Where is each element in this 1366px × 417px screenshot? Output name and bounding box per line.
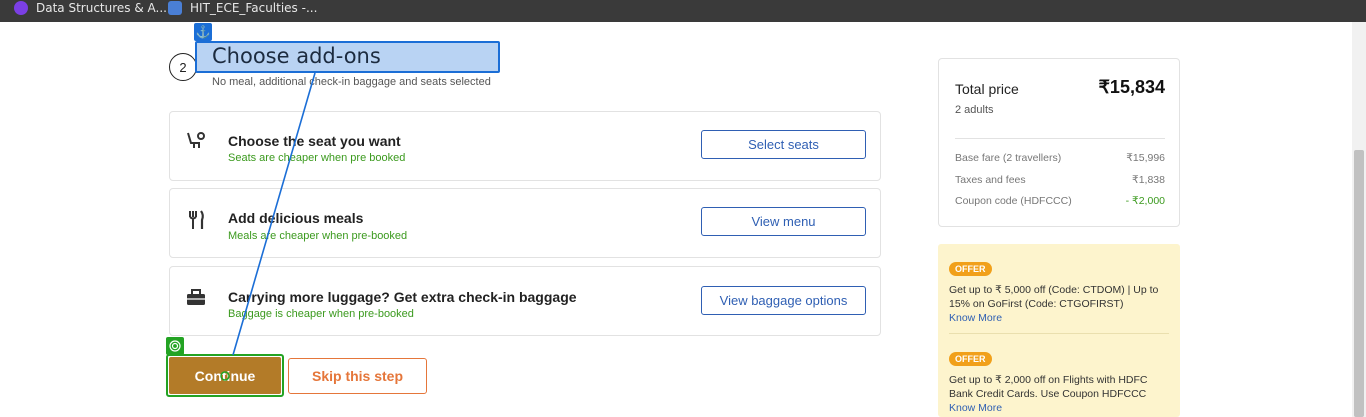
total-price-label: Total price: [955, 81, 1019, 97]
addon-subtitle: Baggage is cheaper when pre-booked: [228, 308, 414, 320]
view-menu-button[interactable]: View menu: [701, 207, 866, 236]
fare-label: Coupon code (HDFCCC): [955, 195, 1072, 207]
anchor-icon: ⚓: [194, 23, 212, 41]
know-more-link[interactable]: Know More: [949, 311, 1164, 325]
addon-title: Carrying more luggage? Get extra check-i…: [228, 289, 577, 305]
step-subtitle: No meal, additional check-in baggage and…: [212, 76, 491, 88]
addon-card-baggage: Carrying more luggage? Get extra check-i…: [169, 266, 881, 336]
fare-row: Coupon code (HDFCCC) - ₹2,000: [955, 195, 1165, 207]
fare-value: - ₹2,000: [1125, 195, 1165, 207]
select-seats-button[interactable]: Select seats: [701, 130, 866, 159]
fare-row: Base fare (2 travellers) ₹15,996: [955, 152, 1165, 164]
addon-card-meals: Add delicious meals Meals are cheaper wh…: [169, 188, 881, 258]
fare-label: Base fare (2 travellers): [955, 152, 1062, 164]
target-icon: [166, 337, 184, 355]
fare-label: Taxes and fees: [955, 174, 1026, 186]
travellers-count: 2 adults: [955, 104, 994, 116]
continue-button[interactable]: Continue: [169, 357, 281, 394]
offer-badge: OFFER: [949, 352, 992, 366]
step-number: 2: [169, 53, 197, 81]
offers-panel: OFFER Get up to ₹ 5,000 off (Code: CTDOM…: [938, 244, 1180, 417]
u-purple-icon: [14, 1, 28, 15]
page-title: Choose add-ons: [212, 44, 381, 68]
addon-subtitle: Meals are cheaper when pre-booked: [228, 230, 408, 242]
view-baggage-options-button[interactable]: View baggage options: [701, 286, 866, 315]
people-icon: [168, 1, 182, 15]
addon-title: Choose the seat you want: [228, 133, 401, 149]
bookmark-data-structures[interactable]: Data Structures & A...: [14, 0, 167, 16]
bookmark-label: Data Structures & A...: [36, 1, 167, 15]
fare-row: Taxes and fees ₹1,838: [955, 174, 1165, 186]
scrollbar-thumb[interactable]: [1354, 150, 1364, 417]
offer-item: OFFER Get up to ₹ 5,000 off (Code: CTDOM…: [949, 259, 1164, 325]
total-price-value: ₹15,834: [1098, 77, 1165, 97]
know-more-link[interactable]: Know More: [949, 401, 1164, 415]
cutlery-icon: [185, 209, 207, 231]
divider: [949, 333, 1169, 334]
offer-item: OFFER Get up to ₹ 2,000 off on Flights w…: [949, 349, 1164, 415]
divider: [955, 138, 1165, 139]
skip-step-button[interactable]: Skip this step: [288, 358, 427, 394]
offer-text: Get up to ₹ 5,000 off (Code: CTDOM) | Up…: [949, 284, 1159, 310]
fare-value: ₹15,996: [1126, 152, 1165, 164]
price-summary-card: Total price ₹15,834 2 adults Base fare (…: [938, 58, 1180, 227]
addon-subtitle: Seats are cheaper when pre booked: [228, 152, 406, 164]
bookmark-faculties[interactable]: HIT_ECE_Faculties -...: [168, 0, 317, 16]
fare-value: ₹1,838: [1132, 174, 1165, 186]
offer-badge: OFFER: [949, 262, 992, 276]
offer-text: Get up to ₹ 2,000 off on Flights with HD…: [949, 374, 1148, 400]
addon-title: Add delicious meals: [228, 210, 364, 226]
bookmarks-bar: Data Structures & A... HIT_ECE_Faculties…: [0, 0, 1366, 22]
seat-icon: [185, 130, 207, 152]
bookmark-label: HIT_ECE_Faculties -...: [190, 1, 318, 15]
suitcase-icon: [185, 287, 207, 309]
addon-card-seats: Choose the seat you want Seats are cheap…: [169, 111, 881, 181]
